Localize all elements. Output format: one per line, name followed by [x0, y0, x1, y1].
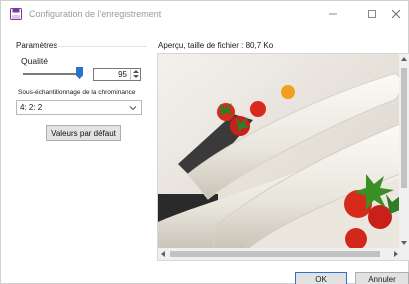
horizontal-scrollbar[interactable]	[158, 248, 409, 260]
quality-stepper[interactable]: 95	[93, 68, 141, 81]
quality-slider[interactable]	[23, 73, 83, 75]
group-divider	[55, 46, 147, 47]
preview-pane[interactable]	[157, 53, 409, 261]
quality-slider-thumb[interactable]	[76, 67, 83, 79]
parameters-group-label: Paramètres	[16, 41, 58, 50]
scroll-up-icon[interactable]	[401, 57, 407, 61]
horizontal-scroll-thumb[interactable]	[170, 251, 380, 257]
scroll-right-icon[interactable]	[394, 251, 398, 257]
scroll-left-icon[interactable]	[161, 251, 165, 257]
chroma-subsampling-label: Sous-échantillonnage de la chrominance	[18, 89, 136, 96]
save-disk-icon	[10, 8, 22, 20]
quality-label: Qualité	[21, 56, 48, 66]
title-bar[interactable]: Configuration de l'enregistrement	[1, 1, 408, 27]
chevron-down-icon	[129, 104, 137, 112]
default-values-button[interactable]: Valeurs par défaut	[46, 125, 121, 141]
chroma-subsampling-select[interactable]: 4: 2: 2	[16, 100, 142, 115]
ok-button[interactable]: OK	[295, 272, 347, 284]
close-icon[interactable]	[382, 5, 409, 23]
stepper-arrows[interactable]	[130, 69, 140, 80]
quality-value[interactable]: 95	[118, 70, 127, 79]
arrow-up-icon[interactable]	[133, 70, 139, 73]
chroma-selected-value: 4: 2: 2	[20, 103, 43, 112]
minimize-icon[interactable]	[319, 5, 347, 23]
preview-label: Aperçu, taille de fichier : 80,7 Ko	[158, 41, 274, 50]
preview-image	[158, 54, 400, 249]
vertical-scrollbar[interactable]	[399, 54, 409, 249]
window-title: Configuration de l'enregistrement	[29, 9, 162, 19]
arrow-down-icon[interactable]	[133, 75, 139, 78]
vertical-scroll-thumb[interactable]	[401, 68, 407, 188]
cancel-button[interactable]: Annuler	[355, 272, 409, 284]
save-config-dialog: Configuration de l'enregistrement Paramè…	[0, 0, 409, 284]
scroll-down-icon[interactable]	[401, 241, 407, 245]
quality-slider-fill	[23, 73, 80, 75]
